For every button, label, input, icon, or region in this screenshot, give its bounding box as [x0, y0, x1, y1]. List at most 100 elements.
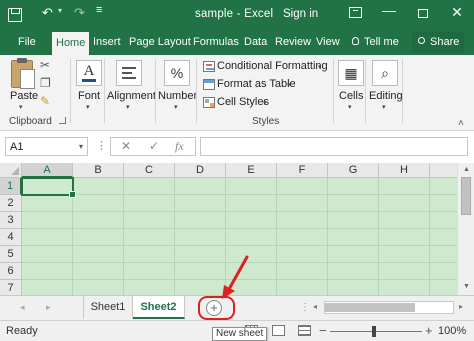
group-divider [155, 59, 156, 123]
row-header-3[interactable]: 3 [0, 212, 22, 229]
conditional-formatting-icon [203, 61, 215, 72]
customize-toolbar-icon[interactable]: ≡ [96, 4, 102, 16]
name-box-dropdown-icon[interactable]: ▾ [79, 142, 83, 151]
vertical-scroll-thumb[interactable] [461, 177, 471, 215]
row-header-2[interactable]: 2 [0, 195, 22, 212]
new-sheet-tooltip: New sheet [212, 327, 268, 341]
zoom-out-icon[interactable]: − [319, 323, 327, 338]
cut-icon[interactable]: ✂ [40, 58, 50, 72]
collapse-ribbon-icon[interactable]: ˄ [458, 118, 464, 129]
save-icon[interactable] [8, 8, 22, 22]
column-header-partial[interactable] [430, 163, 457, 178]
formula-bar: A1 ▾ ⋮ ✕ ✓ fx [0, 131, 474, 163]
tab-home[interactable]: Home [52, 32, 90, 55]
zoom-level[interactable]: 100% [438, 325, 466, 337]
scroll-left-icon[interactable]: ◂ [313, 302, 317, 311]
sheet-nav-prev-icon[interactable]: ◂ [20, 302, 25, 313]
format-as-table-button[interactable]: Format as Table [217, 78, 296, 90]
tab-review[interactable]: Review [275, 30, 311, 55]
column-header-b[interactable]: B [73, 163, 124, 178]
tab-file[interactable]: File [18, 30, 36, 55]
status-text: Ready [6, 325, 38, 337]
cell-styles-icon [203, 97, 215, 108]
tab-formulas[interactable]: Formulas [193, 30, 239, 55]
sign-in-link[interactable]: Sign in [283, 8, 318, 20]
scroll-down-icon[interactable]: ▼ [463, 283, 470, 290]
column-header-a[interactable]: A [22, 163, 73, 178]
column-header-f[interactable]: F [277, 163, 328, 178]
share-label: Share [430, 36, 460, 48]
window-title: sample - Excel [195, 8, 274, 20]
cancel-icon[interactable]: ✕ [121, 139, 131, 153]
sheet-nav-next-icon[interactable]: ▸ [46, 302, 51, 313]
resize-handle-icon[interactable]: ⋮ [96, 139, 107, 152]
row-header-1[interactable]: 1 [0, 178, 22, 195]
insert-function-icon[interactable]: fx [175, 139, 184, 154]
undo-icon[interactable]: ↶ [42, 5, 53, 21]
page-layout-view-icon[interactable] [272, 325, 285, 336]
horizontal-scrollbar[interactable] [324, 301, 454, 314]
cells-label: Cells [339, 90, 364, 102]
clipboard-dialog-launcher-icon[interactable] [59, 117, 66, 124]
ribbon-display-options-icon[interactable] [349, 7, 362, 18]
tab-insert[interactable]: Insert [93, 30, 121, 55]
sheet-tab-sheet1[interactable]: Sheet1 [83, 296, 133, 319]
active-cell[interactable] [21, 177, 76, 198]
group-divider [333, 59, 334, 123]
alignment-label: Alignment [107, 90, 156, 102]
person-icon [418, 37, 425, 44]
select-all-button[interactable] [0, 163, 22, 178]
group-divider [365, 59, 366, 123]
name-box[interactable]: A1 ▾ [5, 137, 88, 156]
cell-styles-dropdown-icon[interactable]: ▾ [263, 99, 267, 107]
tab-page-layout[interactable]: Page Layout [129, 30, 191, 55]
zoom-slider[interactable] [330, 331, 422, 332]
scroll-up-icon[interactable]: ▲ [463, 166, 470, 173]
horizontal-scroll-thumb[interactable] [325, 303, 415, 312]
cell-styles-button[interactable]: Cell Styles [217, 96, 269, 108]
tab-data[interactable]: Data [244, 30, 267, 55]
tab-view[interactable]: View [316, 30, 340, 55]
column-header-e[interactable]: E [226, 163, 277, 178]
cells-dropdown-icon: ▾ [348, 104, 352, 111]
paste-dropdown-icon[interactable]: ▾ [19, 103, 23, 111]
maximize-icon[interactable] [418, 9, 428, 18]
row-header-4[interactable]: 4 [0, 229, 22, 246]
format-painter-icon[interactable]: ✎ [40, 94, 50, 108]
font-icon: A [76, 60, 102, 86]
zoom-slider-thumb[interactable] [372, 326, 376, 337]
number-label: Number [158, 90, 198, 102]
column-header-g[interactable]: G [328, 163, 379, 178]
redo-icon[interactable]: ↷ [74, 5, 85, 21]
format-as-table-dropdown-icon[interactable]: ▾ [287, 81, 291, 89]
scroll-right-icon[interactable]: ▸ [459, 302, 463, 311]
share-button[interactable]: Share [412, 32, 464, 53]
row-header-5[interactable]: 5 [0, 246, 22, 263]
lightbulb-icon [352, 37, 359, 45]
column-header-d[interactable]: D [175, 163, 226, 178]
page-break-view-icon[interactable] [298, 325, 311, 336]
copy-icon[interactable]: ❐ [40, 76, 51, 90]
sheet-tab-sheet2[interactable]: Sheet2 [133, 296, 185, 319]
name-box-value: A1 [10, 141, 24, 153]
minimize-icon[interactable]: — [380, 2, 398, 18]
title-bar: ↶ ▾ ↷ ≡ sample - Excel Sign in — ✕ [0, 0, 474, 30]
zoom-in-icon[interactable]: + [425, 323, 433, 338]
row-header-6[interactable]: 6 [0, 263, 22, 280]
close-icon[interactable]: ✕ [448, 4, 466, 21]
conditional-formatting-dropdown-icon[interactable]: ▾ [318, 63, 322, 71]
group-divider [70, 59, 71, 123]
conditional-formatting-button[interactable]: Conditional Formatting [217, 60, 328, 72]
font-label: Font [78, 90, 101, 102]
tab-split-handle-icon[interactable]: ⋮ [300, 302, 310, 313]
vertical-scrollbar[interactable]: ▲ ▼ [457, 163, 474, 295]
row-header-7[interactable]: 7 [0, 280, 22, 295]
undo-dropdown-icon[interactable]: ▾ [58, 6, 62, 15]
column-header-h[interactable]: H [379, 163, 430, 178]
percent-icon: % [164, 60, 190, 86]
tell-me-search[interactable]: Tell me [364, 30, 399, 55]
formula-input[interactable] [200, 137, 468, 156]
font-dropdown-icon: ▾ [86, 104, 90, 111]
column-header-c[interactable]: C [124, 163, 175, 178]
enter-icon[interactable]: ✓ [149, 139, 159, 153]
